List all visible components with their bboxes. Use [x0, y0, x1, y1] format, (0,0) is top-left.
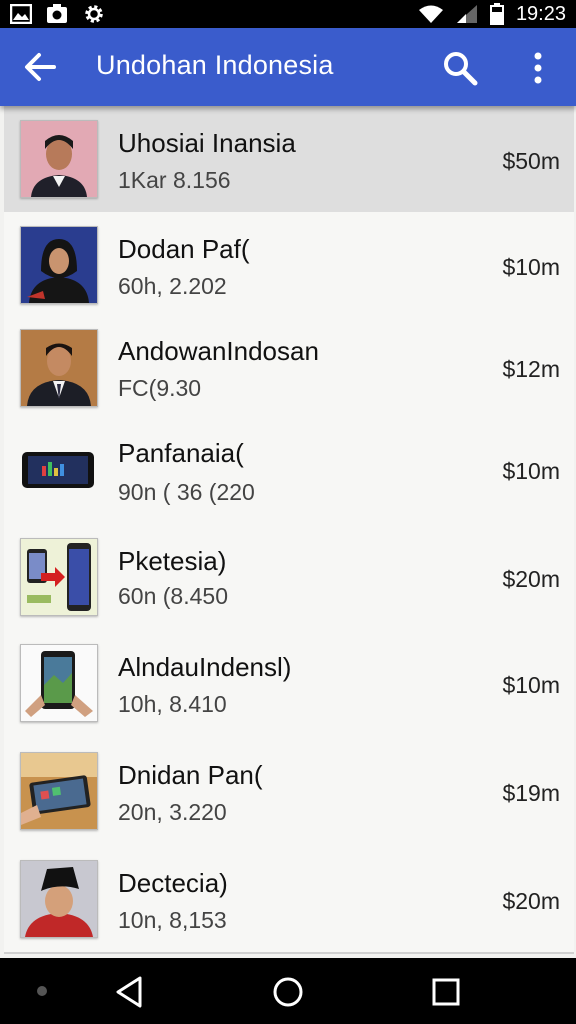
item-subtitle: 10h, 8.410 [118, 691, 227, 717]
item-price: $20m [502, 566, 560, 592]
list-item[interactable]: Dnidan Pan( 20n, 3.220 $19m [4, 736, 574, 846]
cell-signal-icon [456, 5, 477, 23]
clock: 19:23 [515, 2, 566, 25]
list-item[interactable]: AndowanIndosan FC(9.30 $12m [4, 316, 574, 420]
battery-icon [489, 3, 504, 25]
item-thumbnail [20, 432, 96, 508]
list-item[interactable]: Uhosiai Inansia 1Kar 8.156 $50m [4, 106, 574, 214]
back-nav-icon[interactable] [110, 972, 150, 1012]
home-nav-icon[interactable] [268, 972, 308, 1012]
item-thumbnail [20, 752, 98, 830]
system-navigation-bar [0, 958, 576, 1024]
app-bar: Undohan Indonesia [0, 28, 576, 106]
page-title: Undohan Indonesia [96, 50, 334, 80]
list-item[interactable]: Dectecia) 10n, 8,153 $20m [4, 844, 574, 954]
item-name: Dectecia) [118, 868, 228, 898]
item-thumbnail [20, 226, 98, 304]
item-thumbnail [20, 120, 98, 198]
back-arrow-icon[interactable] [20, 47, 60, 87]
overflow-menu-icon[interactable] [520, 48, 556, 88]
list-item[interactable]: Dodan Paf( 60h, 2.202 $10m [4, 212, 574, 318]
item-thumbnail [20, 329, 98, 407]
item-name: Dodan Paf( [118, 234, 250, 264]
status-bar: 19:23 [0, 0, 576, 28]
item-name: Uhosiai Inansia [118, 128, 296, 158]
item-subtitle: 60n (8.450 [118, 583, 228, 609]
search-icon[interactable] [440, 48, 480, 88]
list-item[interactable]: AlndauIndensl) 10h, 8.410 $10m [4, 628, 574, 738]
image-notification-icon [10, 4, 32, 24]
item-price: $50m [502, 148, 560, 174]
item-subtitle: 20n, 3.220 [118, 799, 227, 825]
item-subtitle: 60h, 2.202 [118, 273, 227, 299]
item-name: AndowanIndosan [118, 336, 319, 366]
item-thumbnail [20, 644, 98, 722]
item-name: AlndauIndensl) [118, 652, 292, 682]
item-price: $12m [502, 356, 560, 382]
item-subtitle: 1Kar 8.156 [118, 167, 231, 193]
settings-notification-icon [85, 5, 103, 23]
item-subtitle: 90n ( 36 (220 [118, 479, 255, 505]
nav-indicator-dot [37, 986, 47, 996]
item-price: $20m [502, 888, 560, 914]
item-name: Panfanaia( [118, 438, 244, 468]
camera-notification-icon [47, 4, 67, 23]
item-price: $10m [502, 254, 560, 280]
item-thumbnail [20, 860, 98, 938]
product-list: Uhosiai Inansia 1Kar 8.156 $50m Dodan Pa… [4, 106, 574, 954]
item-name: Dnidan Pan( [118, 760, 263, 790]
item-subtitle: FC(9.30 [118, 375, 202, 401]
wifi-icon [418, 5, 443, 23]
item-name: Pketesia) [118, 546, 227, 576]
list-item[interactable]: Panfanaia( 90n ( 36 (220 $10m [4, 418, 574, 526]
list-item[interactable]: Pketesia) 60n (8.450 $20m [4, 524, 574, 630]
item-price: $10m [502, 458, 560, 484]
item-thumbnail [20, 538, 98, 616]
item-price: $10m [502, 672, 560, 698]
item-price: $19m [502, 780, 560, 806]
item-subtitle: 10n, 8,153 [118, 907, 227, 933]
recents-nav-icon[interactable] [426, 972, 466, 1012]
